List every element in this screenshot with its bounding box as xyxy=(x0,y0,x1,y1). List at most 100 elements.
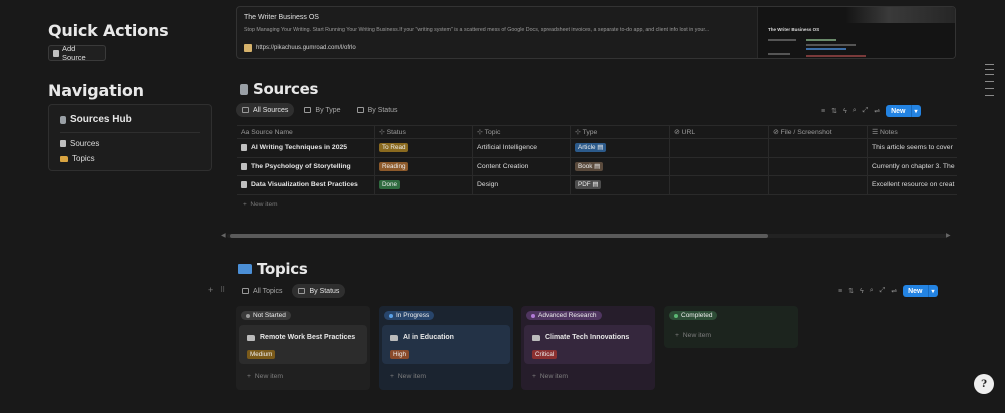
table-header: Aa Source Name ⊹ Status ⊹ Topic ⊹ Type ⊘… xyxy=(237,125,957,139)
scroll-right-icon[interactable]: ▶ xyxy=(946,232,951,239)
settings-icon[interactable]: ⇌ xyxy=(874,107,880,115)
topic-cell[interactable]: Design xyxy=(473,176,571,194)
automation-icon[interactable]: ϟ xyxy=(843,108,847,115)
tab-by-status[interactable]: By Status xyxy=(351,103,404,117)
drag-handle-icon[interactable]: ⠿ xyxy=(220,286,225,294)
scrollbar-thumb[interactable] xyxy=(230,234,768,238)
toc-line[interactable] xyxy=(985,81,994,82)
topics-heading: Topics xyxy=(238,260,308,278)
board-card[interactable]: Climate Tech Innovations Critical xyxy=(524,325,652,364)
notes-cell[interactable]: This article seems to cover xyxy=(868,139,957,157)
toc-line[interactable] xyxy=(985,95,994,96)
expand-icon[interactable]: ⤢ xyxy=(863,107,869,115)
navigation-box: Sources Hub Sources Topics xyxy=(48,104,212,171)
toc-line[interactable] xyxy=(985,74,994,75)
tab-all-sources[interactable]: All Sources xyxy=(236,103,295,117)
help-button[interactable]: ? xyxy=(974,374,994,394)
column-header[interactable]: ⊹ Type xyxy=(571,126,670,138)
column-header[interactable]: ⊹ Topic xyxy=(473,126,571,138)
status-badge: Reading xyxy=(379,161,409,171)
board-new-item[interactable]: + New item xyxy=(675,332,711,339)
sources-hub-link[interactable]: Sources Hub xyxy=(60,114,132,125)
database-icon xyxy=(240,83,248,95)
column-header[interactable]: ⊘ File / Screenshot xyxy=(769,126,868,138)
topics-new-button[interactable]: New ▾ xyxy=(903,285,938,297)
hub-title: Sources Hub xyxy=(70,114,132,125)
tab-all-topics[interactable]: All Topics xyxy=(236,284,288,298)
row-name[interactable]: AI Writing Techniques in 2025 xyxy=(237,139,375,157)
tab-by-status[interactable]: By Status xyxy=(292,284,346,298)
board-card[interactable]: Remote Work Best Practices Medium xyxy=(239,325,367,364)
page-icon xyxy=(241,144,247,152)
nav-item-sources[interactable]: Sources xyxy=(60,139,99,148)
search-icon[interactable]: ⌕ xyxy=(870,287,874,295)
board-card[interactable]: AI in Education High xyxy=(382,325,510,364)
column-header[interactable]: ⊹ Status xyxy=(375,126,473,138)
notes-cell[interactable]: Excellent resource on creat xyxy=(868,176,957,194)
new-label: New xyxy=(891,107,906,115)
add-source-button[interactable]: Add Source xyxy=(48,44,106,62)
type-cell[interactable]: PDF ▤ xyxy=(571,176,670,194)
notes-cell[interactable]: Currently on chapter 3. The xyxy=(868,158,957,176)
thumbnail-title: The Writer Business OS xyxy=(768,27,820,32)
tab-label: By Status xyxy=(367,106,398,114)
sort-icon[interactable]: ⇅ xyxy=(831,107,837,115)
nav-item-topics[interactable]: Topics xyxy=(60,154,95,163)
filter-icon[interactable]: ≡ xyxy=(821,108,825,115)
board-icon xyxy=(298,288,306,294)
scroll-left-icon[interactable]: ◀ xyxy=(221,232,226,239)
row-name[interactable]: The Psychology of Storytelling xyxy=(237,157,375,175)
column-status-badge: In Progress xyxy=(384,311,435,320)
column-header[interactable]: ☰ Notes xyxy=(868,126,957,138)
sources-new-item[interactable]: + New item xyxy=(243,201,278,208)
bookmark-card[interactable]: The Writer Business OS Stop Managing You… xyxy=(236,6,956,59)
table-row[interactable]: AI Writing Techniques in 2025 To Read Ar… xyxy=(237,139,957,158)
toc-line[interactable] xyxy=(985,69,994,70)
automation-icon[interactable]: ϟ xyxy=(860,288,864,295)
toc-line[interactable] xyxy=(985,64,994,65)
table-icon xyxy=(242,107,249,113)
status-cell[interactable]: Done xyxy=(375,176,473,194)
file-cell[interactable] xyxy=(769,176,868,194)
table-row[interactable]: Data Visualization Best Practices Done D… xyxy=(237,176,957,195)
url-cell[interactable] xyxy=(670,157,769,175)
tab-label: All Sources xyxy=(253,106,289,114)
board-new-item[interactable]: + New item xyxy=(247,373,283,380)
file-cell[interactable] xyxy=(769,157,868,175)
settings-icon[interactable]: ⇌ xyxy=(891,287,897,295)
filter-icon[interactable]: ≡ xyxy=(838,288,842,295)
type-cell[interactable]: Book ▤ xyxy=(571,157,670,175)
bookmark-url-row: https://pikachuus.gumroad.com/l/ofrlo xyxy=(244,44,356,52)
board-new-item[interactable]: + New item xyxy=(532,373,568,380)
toc-line[interactable] xyxy=(985,88,994,89)
add-block-icon[interactable]: + xyxy=(208,285,213,295)
column-header[interactable]: ⊘ URL xyxy=(670,126,769,138)
nav-item-label: Topics xyxy=(72,154,95,163)
nav-item-label: Sources xyxy=(70,139,100,148)
page-icon xyxy=(241,181,247,189)
tab-by-type[interactable]: By Type xyxy=(298,103,346,117)
sources-new-button[interactable]: New ▾ xyxy=(886,105,921,117)
topic-cell[interactable]: Artificial Intelligence xyxy=(473,139,571,157)
row-name[interactable]: Data Visualization Best Practices xyxy=(237,176,375,194)
url-cell[interactable] xyxy=(670,139,769,157)
board-new-item[interactable]: + New item xyxy=(390,373,426,380)
status-cell[interactable]: Reading xyxy=(375,157,473,175)
table-row[interactable]: The Psychology of Storytelling Reading C… xyxy=(237,157,957,176)
expand-icon[interactable]: ⤢ xyxy=(880,287,886,295)
chevron-down-icon[interactable]: ▾ xyxy=(927,285,938,297)
search-icon[interactable]: ⌕ xyxy=(853,107,857,115)
file-cell[interactable] xyxy=(769,139,868,157)
topic-cell[interactable]: Content Creation xyxy=(473,157,571,175)
new-label: New xyxy=(908,287,923,295)
url-cell[interactable] xyxy=(670,176,769,194)
chevron-down-icon[interactable]: ▾ xyxy=(910,105,921,117)
board-icon xyxy=(356,107,364,113)
column-header[interactable]: Aa Source Name xyxy=(237,126,375,138)
sort-icon[interactable]: ⇅ xyxy=(848,287,854,295)
tab-label: By Type xyxy=(315,106,341,114)
card-title: Remote Work Best Practices xyxy=(247,334,355,341)
status-cell[interactable]: To Read xyxy=(375,139,473,157)
sources-toolbar: ≡ ⇅ ϟ ⌕ ⤢ ⇌ New ▾ xyxy=(821,105,921,117)
type-cell[interactable]: Article ▤ xyxy=(571,139,670,157)
